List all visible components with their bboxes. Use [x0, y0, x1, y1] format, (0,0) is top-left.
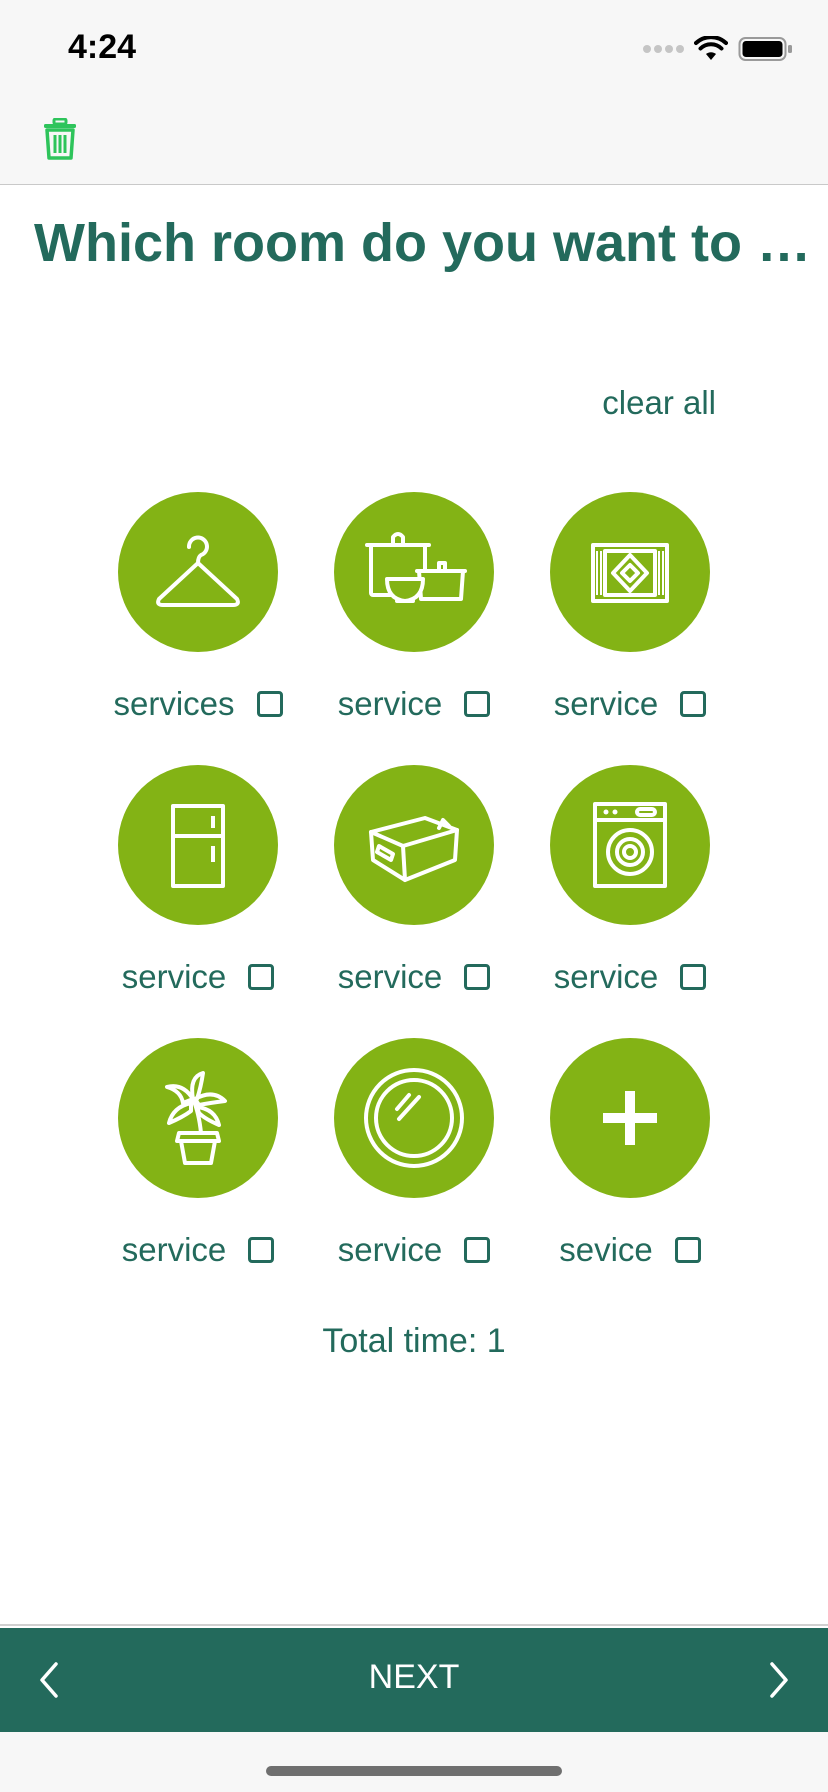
- service-label-row: service: [306, 1230, 522, 1270]
- service-label: service: [121, 1231, 227, 1268]
- bottom-bar: NEXT: [0, 1628, 828, 1732]
- service-checkbox[interactable]: [464, 1237, 491, 1263]
- service-label-row: service: [90, 957, 306, 997]
- service-label: service: [553, 685, 659, 722]
- service-label: service: [337, 1231, 443, 1268]
- service-checkbox[interactable]: [248, 1237, 275, 1263]
- service-tile-button[interactable]: [550, 765, 710, 925]
- service-label: service: [337, 958, 443, 995]
- service-tile-button[interactable]: [334, 765, 494, 925]
- status-icons: [643, 36, 794, 62]
- service-label-row: service: [522, 957, 738, 997]
- service-label-row: services: [90, 684, 306, 724]
- service-label: services: [113, 685, 235, 722]
- hanger-icon: [156, 535, 240, 607]
- status-bar: 4:24: [0, 0, 828, 96]
- service-tile: service: [306, 1038, 522, 1278]
- service-tile: services: [90, 492, 306, 732]
- service-tile: service: [306, 765, 522, 1005]
- service-tile: service: [306, 492, 522, 732]
- service-checkbox[interactable]: [680, 964, 707, 990]
- plus-icon: [603, 1091, 657, 1145]
- status-time: 4:24: [68, 28, 137, 66]
- service-checkbox[interactable]: [248, 964, 275, 990]
- page-title: Which room do you want to b…: [34, 213, 824, 273]
- service-tile-button[interactable]: [334, 492, 494, 652]
- rug-icon: [591, 543, 669, 603]
- service-checkbox[interactable]: [464, 691, 491, 717]
- service-label: service: [337, 685, 443, 722]
- service-label: sevice: [559, 1231, 653, 1268]
- plant-icon: [165, 1071, 227, 1165]
- clear-all-button[interactable]: clear all: [566, 384, 716, 422]
- home-area: [0, 1732, 828, 1792]
- fridge-icon: [171, 804, 225, 888]
- service-tile: service: [522, 765, 738, 1005]
- service-label-row: service: [306, 684, 522, 724]
- mirror-icon: [364, 1068, 464, 1168]
- service-tile-button[interactable]: [118, 1038, 278, 1198]
- service-label: service: [553, 958, 659, 995]
- service-tile: sevice: [522, 1038, 738, 1278]
- service-checkbox[interactable]: [674, 1237, 701, 1263]
- service-label-row: service: [90, 1230, 306, 1270]
- service-checkbox[interactable]: [680, 691, 707, 717]
- washing-machine-icon: [593, 802, 667, 888]
- service-tile-button[interactable]: [334, 1038, 494, 1198]
- home-indicator[interactable]: [266, 1766, 562, 1776]
- service-label: service: [121, 958, 227, 995]
- service-tile: service: [522, 492, 738, 732]
- chevron-right-icon[interactable]: [768, 1660, 792, 1700]
- service-tile-button[interactable]: [118, 765, 278, 925]
- divider: [0, 1624, 828, 1626]
- add-service-button[interactable]: [550, 1038, 710, 1198]
- signal-icon: [643, 45, 684, 53]
- service-label-row: service: [306, 957, 522, 997]
- cookware-icon: [365, 532, 467, 603]
- service-label-row: sevice: [522, 1230, 738, 1270]
- wifi-icon: [694, 36, 728, 60]
- total-time-label: Total time: 1: [322, 1322, 506, 1360]
- service-tile-button[interactable]: [550, 492, 710, 652]
- box-icon: [369, 816, 459, 882]
- nav-bar: [0, 96, 828, 185]
- service-tile-button[interactable]: [118, 492, 278, 652]
- next-button[interactable]: NEXT: [0, 1658, 828, 1697]
- screen: 4:24 Which room do you want to b… clear …: [0, 0, 828, 1792]
- trash-icon[interactable]: [42, 118, 78, 160]
- battery-icon: [738, 37, 792, 61]
- service-checkbox[interactable]: [464, 964, 491, 990]
- service-tile: service: [90, 765, 306, 1005]
- service-checkbox[interactable]: [256, 691, 283, 717]
- service-tile: service: [90, 1038, 306, 1278]
- service-label-row: service: [522, 684, 738, 724]
